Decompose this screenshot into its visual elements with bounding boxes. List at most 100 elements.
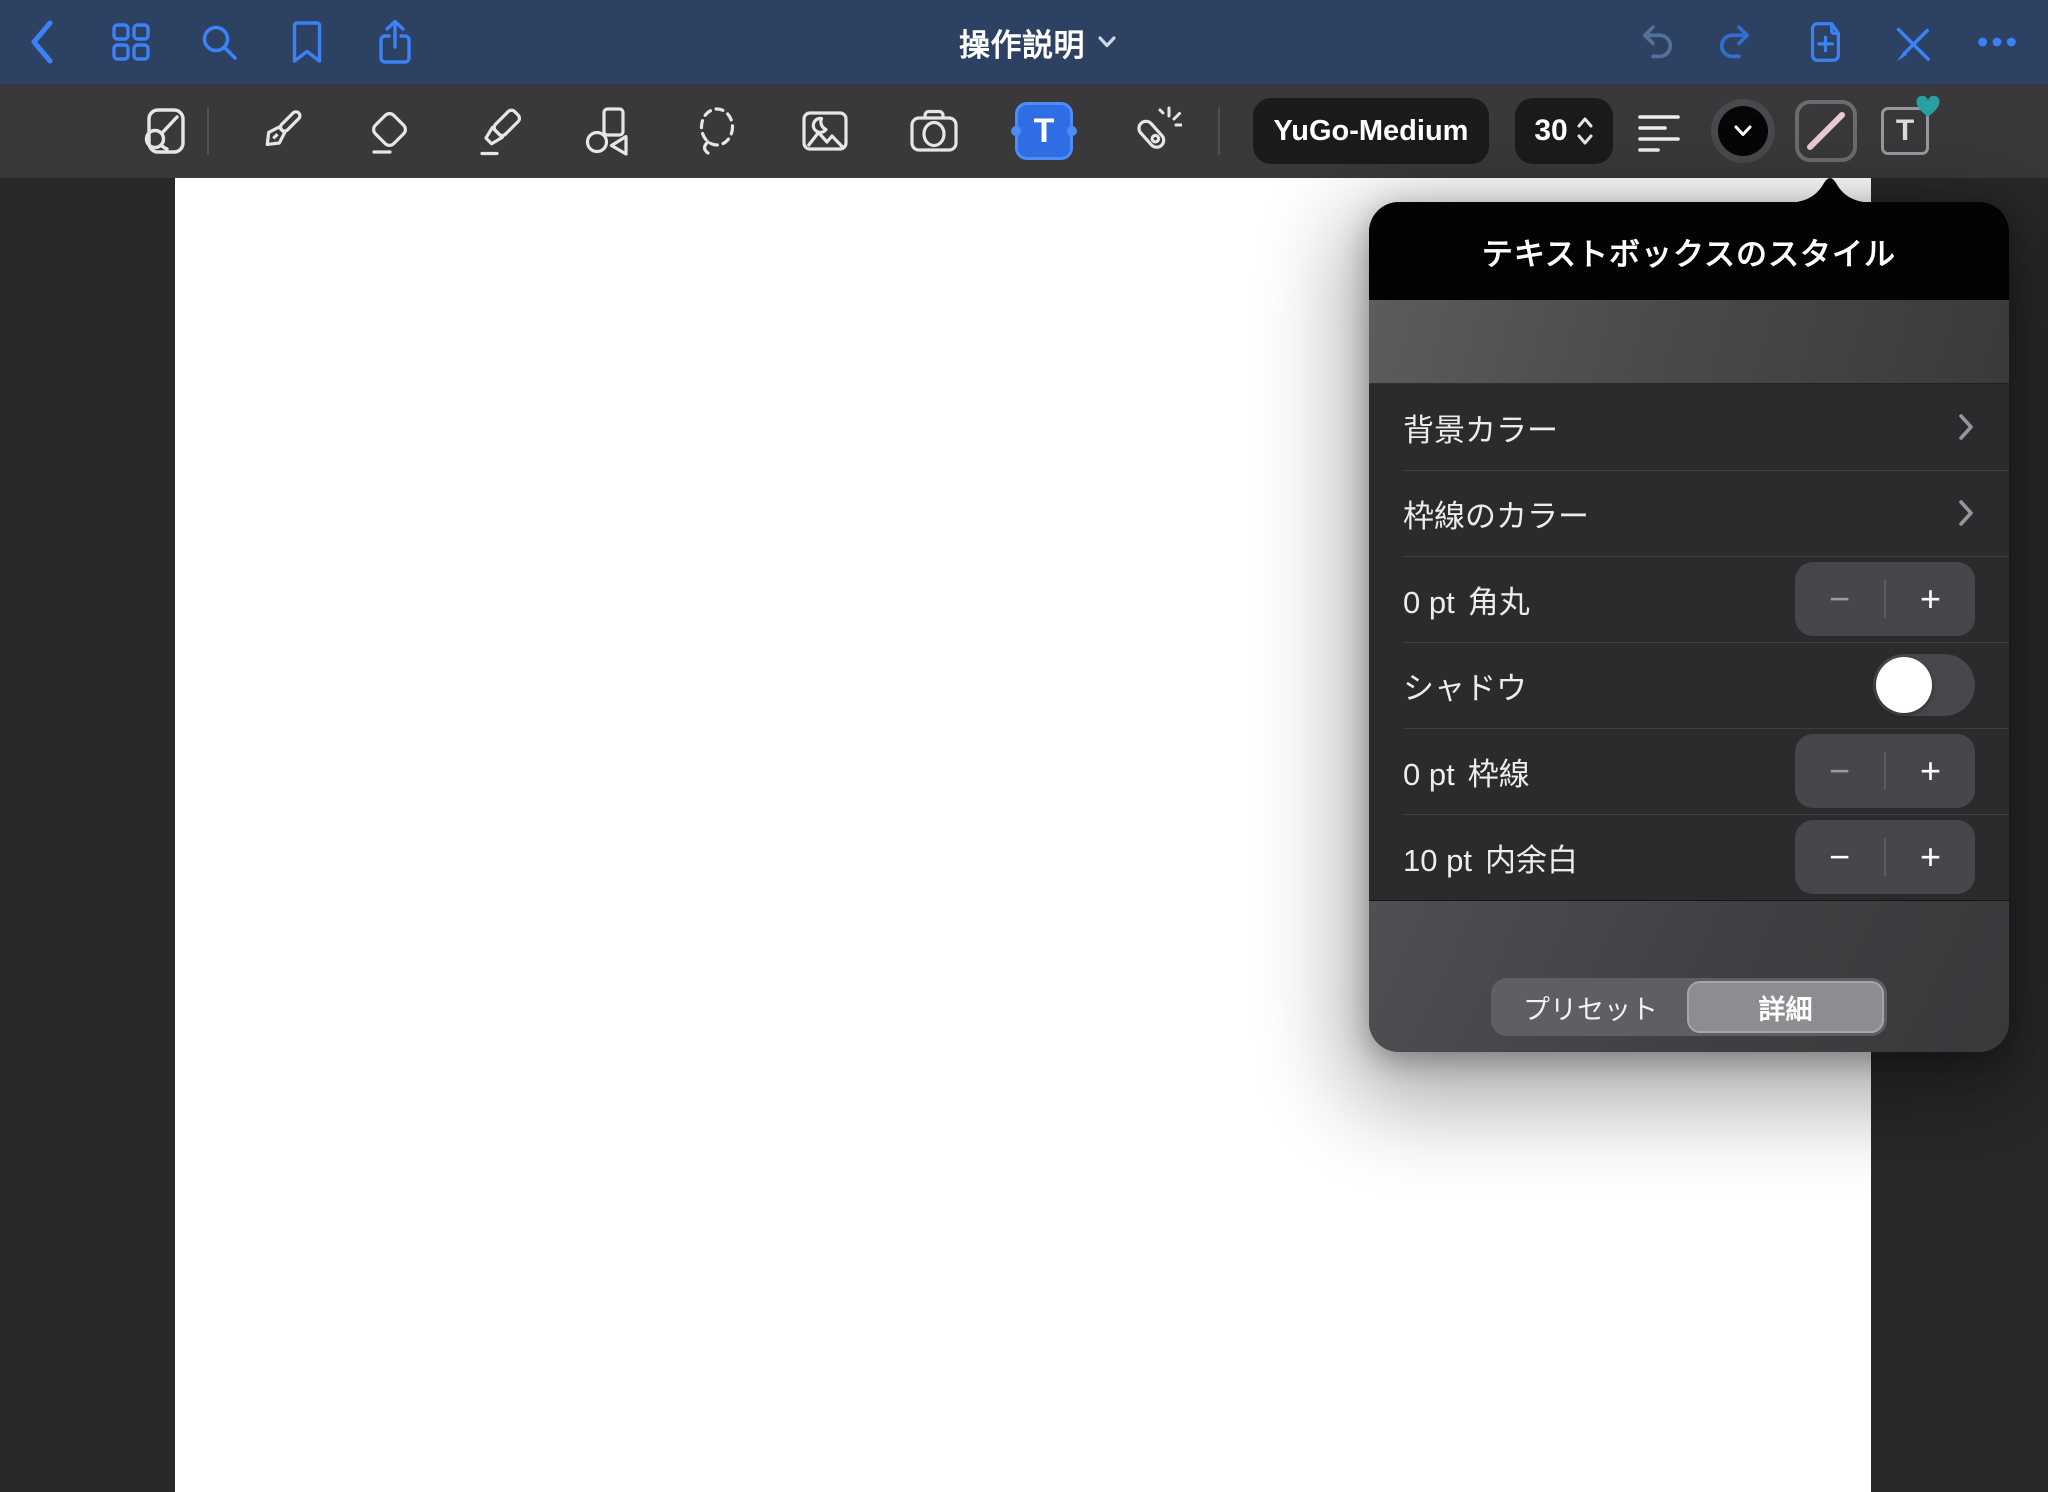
row-label: シャドウ <box>1403 663 1527 708</box>
stop-editing-button[interactable] <box>1888 19 1934 65</box>
minus-button[interactable]: − <box>1795 581 1884 617</box>
row-shadow: シャドウ <box>1369 642 2009 728</box>
lasso-tool[interactable] <box>688 103 744 159</box>
font-family-button[interactable]: YuGo-Medium <box>1253 98 1489 164</box>
row-label: 角丸 <box>1468 577 1530 622</box>
corner-radius-stepper: − + <box>1795 562 1975 636</box>
popover-rows: 背景カラー 枠線のカラー 0 pt 角丸 <box>1369 384 2009 900</box>
popover-footer: プリセット 詳細 <box>1369 900 2009 1052</box>
add-page-button[interactable] <box>1802 19 1848 65</box>
popover-arrow <box>1782 175 1878 203</box>
row-label: 背景カラー <box>1403 405 1558 450</box>
bookmark-button[interactable] <box>284 19 330 65</box>
toolbar-divider <box>207 107 209 155</box>
eraser-tool[interactable] <box>361 103 417 159</box>
more-options-button[interactable] <box>1974 19 2020 65</box>
plus-button[interactable]: + <box>1886 753 1975 789</box>
preset-detail-segmented-control: プリセット 詳細 <box>1491 978 1887 1036</box>
grid-icon <box>108 19 154 65</box>
app-screen: 操作説明 <box>0 0 2048 1492</box>
align-left-icon <box>1631 103 1687 159</box>
row-value: 10 pt <box>1403 843 1472 879</box>
segment-detail-selected[interactable]: 詳細 <box>1687 981 1884 1033</box>
document-title-button[interactable]: 操作説明 <box>959 0 1117 84</box>
shapes-tool[interactable] <box>579 103 635 159</box>
text-align-button[interactable] <box>1631 103 1687 159</box>
font-size-value: 30 <box>1534 114 1567 148</box>
row-border-width: 0 pt 枠線 − + <box>1369 728 2009 814</box>
search-button[interactable] <box>196 19 242 65</box>
top-navigation-bar: 操作説明 <box>0 0 2048 84</box>
font-size-stepper[interactable]: 30 <box>1515 98 1613 164</box>
row-value: 0 pt <box>1403 585 1455 621</box>
tools-toolbar: T YuGo-Medium 30 <box>0 84 2048 178</box>
plus-button[interactable]: + <box>1886 839 1975 875</box>
popover-title: テキストボックスのスタイル <box>1482 229 1896 274</box>
redo-button[interactable] <box>1716 19 1762 65</box>
row-padding: 10 pt 内余白 − + <box>1369 814 2009 900</box>
topbar-left-group <box>20 19 418 65</box>
eraser-icon <box>361 103 417 159</box>
selection-handle-right <box>1067 126 1077 136</box>
stroke-color-button[interactable] <box>1795 100 1857 162</box>
stepper-chevrons-icon <box>1576 115 1594 147</box>
text-color-current <box>1718 106 1768 156</box>
document-title: 操作説明 <box>959 20 1085 65</box>
laser-pointer-tool[interactable] <box>1126 103 1182 159</box>
chevron-right-icon <box>1957 498 1975 528</box>
chevron-right-icon <box>1957 412 1975 442</box>
zoom-window-tool[interactable] <box>138 103 194 159</box>
chevron-down-icon <box>1097 35 1117 49</box>
row-label: 内余白 <box>1485 835 1578 880</box>
topbar-right-group <box>1630 19 2020 65</box>
lasso-icon <box>688 103 744 159</box>
popover-header: テキストボックスのスタイル <box>1369 202 2009 300</box>
row-background-color[interactable]: 背景カラー <box>1369 384 2009 470</box>
font-family-label: YuGo-Medium <box>1274 115 1469 148</box>
segment-preset[interactable]: プリセット <box>1494 981 1687 1033</box>
diagonal-stroke-icon <box>1799 104 1853 158</box>
textbox-style-preview <box>1369 300 2009 384</box>
highlighter-tool[interactable] <box>470 103 526 159</box>
image-tool[interactable] <box>797 103 853 159</box>
minus-button[interactable]: − <box>1795 839 1884 875</box>
laser-pointer-icon <box>1126 103 1182 159</box>
add-page-icon <box>1802 17 1848 67</box>
search-icon <box>196 19 242 65</box>
ellipsis-icon <box>1974 19 2020 65</box>
row-label: 枠線のカラー <box>1403 491 1589 536</box>
pen-tool[interactable] <box>252 103 308 159</box>
padding-stepper: − + <box>1795 820 1975 894</box>
image-icon <box>797 103 853 159</box>
camera-icon <box>906 103 962 159</box>
text-tool-glyph: T <box>1034 114 1055 148</box>
border-width-stepper: − + <box>1795 734 1975 808</box>
selection-handle-left <box>1011 126 1021 136</box>
row-value: 0 pt <box>1403 757 1455 793</box>
zoom-window-icon <box>138 103 194 159</box>
toggle-knob <box>1876 657 1932 713</box>
row-border-color[interactable]: 枠線のカラー <box>1369 470 2009 556</box>
toolbar-divider <box>1218 107 1220 155</box>
textbox-style-button[interactable]: T <box>1879 103 1935 159</box>
undo-button[interactable] <box>1630 19 1676 65</box>
row-corner-radius: 0 pt 角丸 − + <box>1369 556 2009 642</box>
camera-tool[interactable] <box>906 103 962 159</box>
heart-icon <box>1915 95 1941 119</box>
share-button[interactable] <box>372 19 418 65</box>
plus-button[interactable]: + <box>1886 581 1975 617</box>
text-color-button[interactable] <box>1711 99 1775 163</box>
back-button[interactable] <box>20 19 66 65</box>
redo-icon <box>1716 19 1762 65</box>
row-label: 枠線 <box>1468 749 1530 794</box>
thumbnails-button[interactable] <box>108 19 154 65</box>
undo-icon <box>1630 19 1676 65</box>
pen-off-icon <box>1888 18 1934 66</box>
textbox-style-popover: テキストボックスのスタイル 背景カラー 枠線のカラー <box>1369 202 2009 1052</box>
pen-icon <box>252 103 308 159</box>
shadow-toggle-off[interactable] <box>1873 654 1975 716</box>
share-icon <box>372 17 418 67</box>
chevron-down-icon <box>1732 123 1754 139</box>
minus-button[interactable]: − <box>1795 753 1884 789</box>
text-tool-selected[interactable]: T <box>1015 102 1073 160</box>
